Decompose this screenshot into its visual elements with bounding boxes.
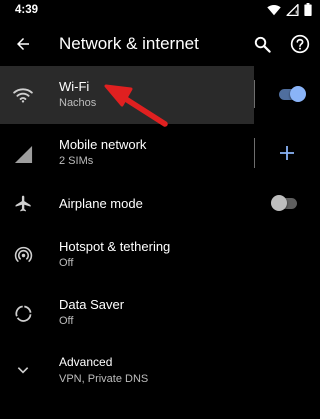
wifi-icon [267, 4, 281, 15]
data-saver-icon [12, 302, 34, 324]
help-button[interactable] [287, 31, 313, 57]
status-icons [267, 3, 312, 16]
hotspot-title: Hotspot & tethering [59, 239, 171, 254]
airplane-mode-title: Airplane mode [59, 196, 143, 211]
add-sim-button[interactable] [277, 143, 297, 163]
mobile-network-subtitle: 2 SIMs [59, 155, 94, 167]
wifi-toggle-thumb [290, 86, 306, 102]
wifi-divider [254, 80, 255, 108]
status-bar: 4:39 [0, 0, 320, 22]
battery-icon [304, 3, 312, 16]
search-button[interactable] [249, 31, 275, 57]
list-item-mobile-network[interactable]: Mobile network 2 SIMs [0, 125, 320, 182]
data-saver-subtitle: Off [59, 315, 74, 327]
plus-icon [280, 146, 294, 160]
back-button[interactable] [9, 31, 37, 57]
airplane-mode-toggle[interactable] [269, 192, 301, 214]
arrow-back-icon [17, 38, 29, 50]
wifi-title: Wi-Fi [59, 79, 90, 94]
advanced-subtitle: VPN, Private DNS [59, 373, 149, 385]
signal-icon [12, 143, 34, 165]
airplane-toggle-thumb [271, 195, 287, 211]
search-icon [254, 36, 271, 53]
signal-icon [286, 3, 299, 16]
status-time: 4:39 [15, 4, 39, 16]
wifi-toggle[interactable] [277, 83, 309, 105]
list-item-wifi[interactable]: Wi-Fi Nachos [0, 66, 320, 124]
toolbar: Network & internet [0, 22, 320, 66]
mobile-network-divider [254, 138, 255, 168]
data-saver-title: Data Saver [59, 297, 125, 312]
page-title: Network & internet [59, 34, 199, 53]
list-item-data-saver[interactable]: Data Saver Off [0, 288, 320, 340]
advanced-title: Advanced [59, 355, 113, 369]
list-item-hotspot-tethering[interactable]: Hotspot & tethering Off [0, 230, 320, 282]
mobile-network-title: Mobile network [59, 137, 147, 152]
list-item-advanced[interactable]: Advanced VPN, Private DNS [0, 349, 320, 399]
airplane-icon [12, 192, 34, 214]
chevron-down-icon [12, 359, 34, 381]
wifi-icon [12, 84, 34, 106]
help-icon [290, 34, 310, 54]
wifi-subtitle: Nachos [59, 97, 97, 109]
hotspot-icon [12, 244, 34, 266]
hotspot-subtitle: Off [59, 257, 74, 269]
